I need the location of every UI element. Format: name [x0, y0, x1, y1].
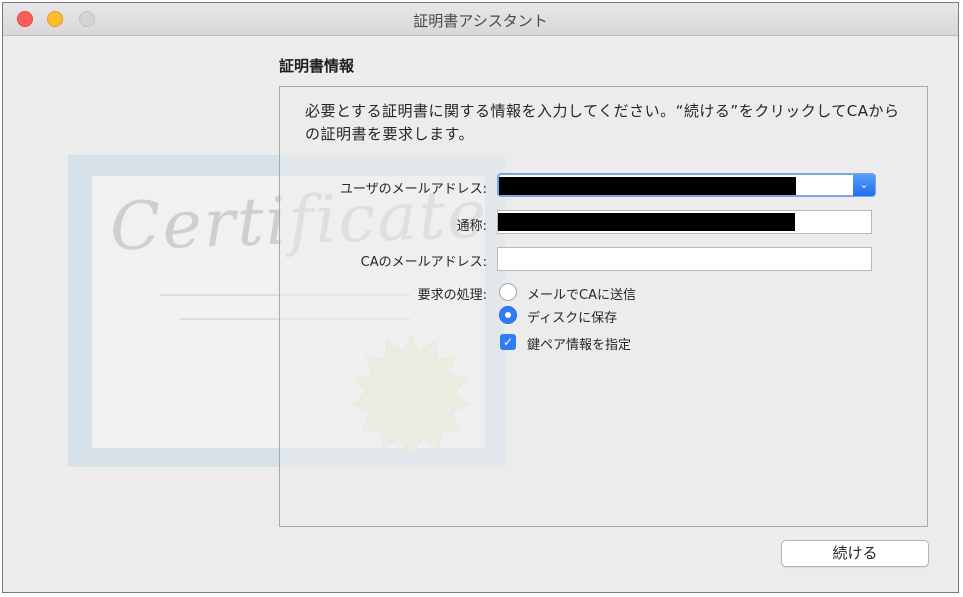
title-bar[interactable]: 証明書アシスタント	[3, 3, 958, 36]
common-name-label: 通称:	[456, 219, 487, 234]
keypair-checkbox-label[interactable]: 鍵ペア情報を指定	[527, 334, 631, 353]
ca-email-label: CAのメールアドレス:	[360, 255, 487, 270]
radio-save-to-disk[interactable]	[499, 306, 517, 324]
common-name-input[interactable]	[497, 210, 872, 234]
radio-email-ca[interactable]	[499, 283, 517, 301]
section-heading: 証明書情報	[279, 57, 355, 75]
window-title: 証明書アシスタント	[413, 12, 548, 30]
redacted-email-value	[499, 177, 796, 195]
user-email-label: ユーザのメールアドレス:	[339, 182, 487, 197]
keypair-checkbox[interactable]: ✓	[500, 334, 516, 350]
redacted-name-value	[498, 213, 795, 231]
instruction-text: 必要とする証明書に関する情報を入力してください。“続ける”をクリックしてCAから…	[305, 102, 900, 143]
radio-save-to-disk-label[interactable]: ディスクに保存	[527, 307, 617, 326]
continue-button[interactable]: 続ける	[781, 540, 929, 567]
radio-email-ca-label[interactable]: メールでCAに送信	[527, 284, 636, 303]
user-email-combobox[interactable]: ⌄	[497, 173, 876, 197]
checkmark-icon: ✓	[502, 335, 514, 349]
request-handling-label: 要求の処理:	[417, 288, 487, 303]
chevron-down-icon[interactable]: ⌄	[853, 174, 875, 196]
ca-email-input[interactable]	[497, 247, 872, 271]
